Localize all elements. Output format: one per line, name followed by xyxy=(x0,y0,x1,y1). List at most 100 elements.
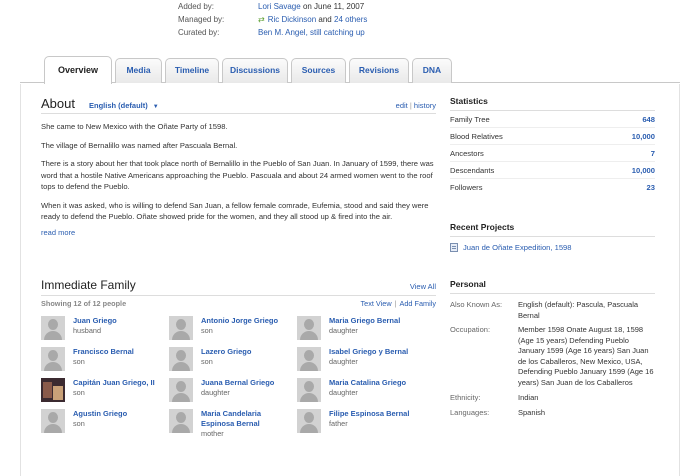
stat-value[interactable]: 648 xyxy=(642,111,655,127)
stat-row-followers[interactable]: Followers 23 xyxy=(450,179,655,196)
family-member[interactable]: Francisco Bernal son xyxy=(41,347,166,375)
member-relation: daughter xyxy=(329,388,358,397)
avatar-placeholder-icon[interactable] xyxy=(297,378,321,402)
languages-value: Spanish xyxy=(518,407,546,417)
avatar-placeholder-icon[interactable] xyxy=(41,347,65,371)
left-column: About English (default) ▼ edit | history … xyxy=(41,96,436,438)
about-separator: | xyxy=(409,101,412,110)
family-member[interactable]: Juana Bernal Griego daughter xyxy=(169,378,294,406)
about-actions: edit | history xyxy=(396,101,436,110)
family-actions-separator: | xyxy=(394,299,397,308)
tab-sources[interactable]: Sources xyxy=(291,58,346,83)
avatar-placeholder-icon[interactable] xyxy=(297,347,321,371)
avatar-placeholder-icon[interactable] xyxy=(169,316,193,340)
tab-dna[interactable]: DNA xyxy=(412,58,452,83)
stat-value[interactable]: 10,000 xyxy=(632,162,655,178)
member-info: Agustin Griego son xyxy=(73,409,127,437)
family-member[interactable]: Lazero Griego son xyxy=(169,347,294,375)
family-header: Immediate Family View All xyxy=(41,278,436,296)
tab-revisions[interactable]: Revisions xyxy=(349,58,409,83)
occupation-value: Member 1598 Onate August 18, 1598 (Age 1… xyxy=(518,325,654,387)
member-name-link[interactable]: Francisco Bernal xyxy=(73,347,134,357)
member-relation: son xyxy=(73,388,85,397)
edit-link[interactable]: edit xyxy=(396,101,408,110)
avatar-placeholder-icon[interactable] xyxy=(41,316,65,340)
member-name-link[interactable]: Maria Catalina Griego xyxy=(329,378,406,388)
tab-overview[interactable]: Overview xyxy=(44,56,112,84)
stat-row-descendants[interactable]: Descendants 10,000 xyxy=(450,162,655,179)
family-member[interactable]: Juan Griego husband xyxy=(41,316,166,344)
project-link[interactable]: Juan de Oñate Expedition, 1598 xyxy=(463,243,572,252)
curator-link[interactable]: Ben M. Angel, still catching up xyxy=(258,28,365,37)
avatar-photo[interactable] xyxy=(41,378,65,402)
history-link[interactable]: history xyxy=(414,101,436,110)
add-family-link[interactable]: Add Family xyxy=(400,299,437,308)
family-member[interactable]: Agustin Griego son xyxy=(41,409,166,437)
stat-row-blood-relatives[interactable]: Blood Relatives 10,000 xyxy=(450,128,655,145)
avatar-placeholder-icon[interactable] xyxy=(169,409,193,433)
managers-others-link[interactable]: 24 others xyxy=(334,15,367,24)
about-title: About xyxy=(41,96,75,111)
avatar-placeholder-icon[interactable] xyxy=(297,409,321,433)
about-header: About English (default) ▼ edit | history xyxy=(41,96,436,114)
tab-timeline[interactable]: Timeline xyxy=(165,58,219,83)
stat-label: Followers xyxy=(450,183,483,192)
aka-value: English (default): Pascula, Pascuala Ber… xyxy=(518,300,639,320)
recent-projects-title: Recent Projects xyxy=(450,222,655,237)
tab-media[interactable]: Media xyxy=(115,58,162,83)
stat-value[interactable]: 23 xyxy=(647,179,655,196)
member-info: Francisco Bernal son xyxy=(73,347,134,375)
stat-row-ancestors[interactable]: Ancestors 7 xyxy=(450,145,655,162)
manager-link[interactable]: Ric Dickinson xyxy=(268,15,316,24)
right-column: Statistics Family Tree 648 Blood Relative… xyxy=(450,96,655,418)
tab-discussions[interactable]: Discussions xyxy=(222,58,288,83)
language-label: English (default) xyxy=(88,101,148,110)
about-text: She came to New Mexico with the Oñate Pa… xyxy=(41,121,436,223)
occupation-row: Occupation: Member 1598 Onate August 18, … xyxy=(450,325,655,388)
member-name-link[interactable]: Juana Bernal Griego xyxy=(201,378,274,388)
project-item[interactable]: Juan de Oñate Expedition, 1598 xyxy=(450,243,655,252)
language-selector[interactable]: English (default) ▼ xyxy=(89,101,159,110)
stat-value[interactable]: 10,000 xyxy=(632,128,655,144)
member-info: Maria Griego Bernal daughter xyxy=(329,316,400,344)
member-name-link[interactable]: Lazero Griego xyxy=(201,347,251,357)
avatar-placeholder-icon[interactable] xyxy=(169,347,193,371)
member-info: Juana Bernal Griego daughter xyxy=(201,378,274,406)
text-view-link[interactable]: Text View xyxy=(361,299,392,308)
chevron-down-icon: ▼ xyxy=(152,104,159,110)
family-subheader: Showing 12 of 12 people Text View | Add Fa… xyxy=(41,299,436,308)
member-info: Isabel Griego y Bernal daughter xyxy=(329,347,408,375)
avatar-placeholder-icon[interactable] xyxy=(41,409,65,433)
family-member[interactable]: Maria Catalina Griego daughter xyxy=(297,378,422,406)
managed-by-row: Managed by: ⇄ Ric Dickinson and 24 others xyxy=(178,13,367,26)
about-paragraph: There is a story about her that took pla… xyxy=(41,159,434,191)
stat-value[interactable]: 7 xyxy=(651,145,655,161)
family-member[interactable]: Filipe Espinosa Bernal father xyxy=(297,409,422,437)
added-by-user-link[interactable]: Lori Savage xyxy=(258,2,301,11)
family-member[interactable]: Capitán Juan Griego, II son xyxy=(41,378,166,406)
family-member[interactable]: Maria Candelaria Espinosa Bernal mother xyxy=(169,409,294,438)
member-name-link[interactable]: Antonio Jorge Griego xyxy=(201,316,278,326)
read-more-link[interactable]: read more xyxy=(41,228,436,237)
member-relation: son xyxy=(201,326,213,335)
member-name-link[interactable]: Capitán Juan Griego, II xyxy=(73,378,155,388)
family-member[interactable]: Isabel Griego y Bernal daughter xyxy=(297,347,422,375)
avatar-placeholder-icon[interactable] xyxy=(169,378,193,402)
stat-label: Blood Relatives xyxy=(450,132,503,141)
member-name-link[interactable]: Filipe Espinosa Bernal xyxy=(329,409,409,419)
about-paragraph: When it was asked, who is willing to def… xyxy=(41,200,429,222)
family-member[interactable]: Maria Griego Bernal daughter xyxy=(297,316,422,344)
family-member[interactable]: Antonio Jorge Griego son xyxy=(169,316,294,344)
member-name-link[interactable]: Isabel Griego y Bernal xyxy=(329,347,408,357)
stat-row-family-tree[interactable]: Family Tree 648 xyxy=(450,111,655,128)
member-name-link[interactable]: Maria Candelaria Espinosa Bernal xyxy=(201,409,294,429)
member-relation: daughter xyxy=(329,326,358,335)
member-name-link[interactable]: Agustin Griego xyxy=(73,409,127,419)
member-name-link[interactable]: Maria Griego Bernal xyxy=(329,316,400,326)
occupation-label: Occupation: xyxy=(450,325,491,334)
languages-label: Languages: xyxy=(450,407,490,417)
member-name-link[interactable]: Juan Griego xyxy=(73,316,117,326)
avatar-placeholder-icon[interactable] xyxy=(297,316,321,340)
member-info: Maria Candelaria Espinosa Bernal mother xyxy=(201,409,294,438)
view-all-link[interactable]: View All xyxy=(410,282,436,291)
